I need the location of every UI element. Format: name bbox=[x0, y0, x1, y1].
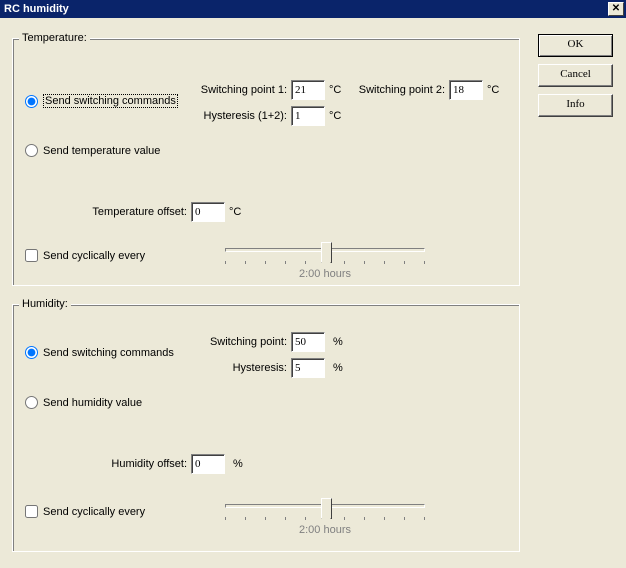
hum-sp-label: Switching point: bbox=[193, 336, 287, 348]
window-title: RC humidity bbox=[2, 3, 608, 15]
temp-hyst-label: Hysteresis (1+2): bbox=[193, 110, 287, 122]
temp-send-switching-label: Send switching commands bbox=[43, 94, 178, 108]
humidity-legend: Humidity: bbox=[19, 298, 71, 310]
dialog-client: OK Cancel Info Temperature: Send switchi… bbox=[0, 18, 626, 568]
info-button[interactable]: Info bbox=[538, 94, 613, 117]
hum-slider-value: 2:00 hours bbox=[225, 524, 425, 536]
hum-offset-unit: % bbox=[233, 458, 243, 470]
temperature-legend: Temperature: bbox=[19, 32, 90, 44]
cancel-button[interactable]: Cancel bbox=[538, 64, 613, 87]
hum-cyclic-slider[interactable]: 2:00 hours bbox=[225, 496, 425, 536]
slider-track bbox=[225, 248, 425, 252]
hum-send-switching-radio[interactable] bbox=[25, 346, 38, 359]
temp-cyclic-slider[interactable]: 2:00 hours bbox=[225, 240, 425, 280]
temperature-group: Temperature: Send switching commands Swi… bbox=[12, 32, 520, 286]
hum-offset-input[interactable] bbox=[191, 454, 225, 474]
temp-sp1-unit: °C bbox=[329, 84, 341, 96]
temp-offset-input[interactable] bbox=[191, 202, 225, 222]
hum-sp-unit: % bbox=[333, 336, 343, 348]
temp-sp2-unit: °C bbox=[487, 84, 499, 96]
temp-hyst-unit: °C bbox=[329, 110, 341, 122]
temp-offset-unit: °C bbox=[229, 206, 241, 218]
slider-thumb[interactable] bbox=[321, 242, 332, 263]
hum-offset-label: Humidity offset: bbox=[91, 458, 187, 470]
temp-cyclic-checkbox[interactable] bbox=[25, 249, 38, 262]
temp-hyst-input[interactable] bbox=[291, 106, 325, 126]
slider-thumb[interactable] bbox=[321, 498, 332, 519]
hum-send-value-radio[interactable] bbox=[25, 396, 38, 409]
humidity-group: Humidity: Send switching commands Switch… bbox=[12, 298, 520, 552]
temp-sp2-label: Switching point 2: bbox=[351, 84, 445, 96]
temp-sp1-label: Switching point 1: bbox=[193, 84, 287, 96]
ok-button[interactable]: OK bbox=[538, 34, 613, 57]
hum-send-switching-label: Send switching commands bbox=[43, 347, 174, 359]
hum-sp-input[interactable] bbox=[291, 332, 325, 352]
hum-hyst-unit: % bbox=[333, 362, 343, 374]
slider-track bbox=[225, 504, 425, 508]
hum-send-value-label: Send humidity value bbox=[43, 397, 142, 409]
temp-send-value-radio[interactable] bbox=[25, 144, 38, 157]
hum-hyst-label: Hysteresis: bbox=[193, 362, 287, 374]
temp-sp1-input[interactable] bbox=[291, 80, 325, 100]
hum-cyclic-checkbox[interactable] bbox=[25, 505, 38, 518]
temp-sp2-input[interactable] bbox=[449, 80, 483, 100]
temp-send-value-label: Send temperature value bbox=[43, 145, 160, 157]
hum-cyclic-label: Send cyclically every bbox=[43, 506, 145, 518]
temp-send-switching-radio[interactable] bbox=[25, 95, 38, 108]
hum-hyst-input[interactable] bbox=[291, 358, 325, 378]
temp-slider-value: 2:00 hours bbox=[225, 268, 425, 280]
close-icon[interactable]: ✕ bbox=[608, 2, 624, 16]
temp-offset-label: Temperature offset: bbox=[91, 206, 187, 218]
temp-cyclic-label: Send cyclically every bbox=[43, 250, 145, 262]
titlebar: RC humidity ✕ bbox=[0, 0, 626, 18]
